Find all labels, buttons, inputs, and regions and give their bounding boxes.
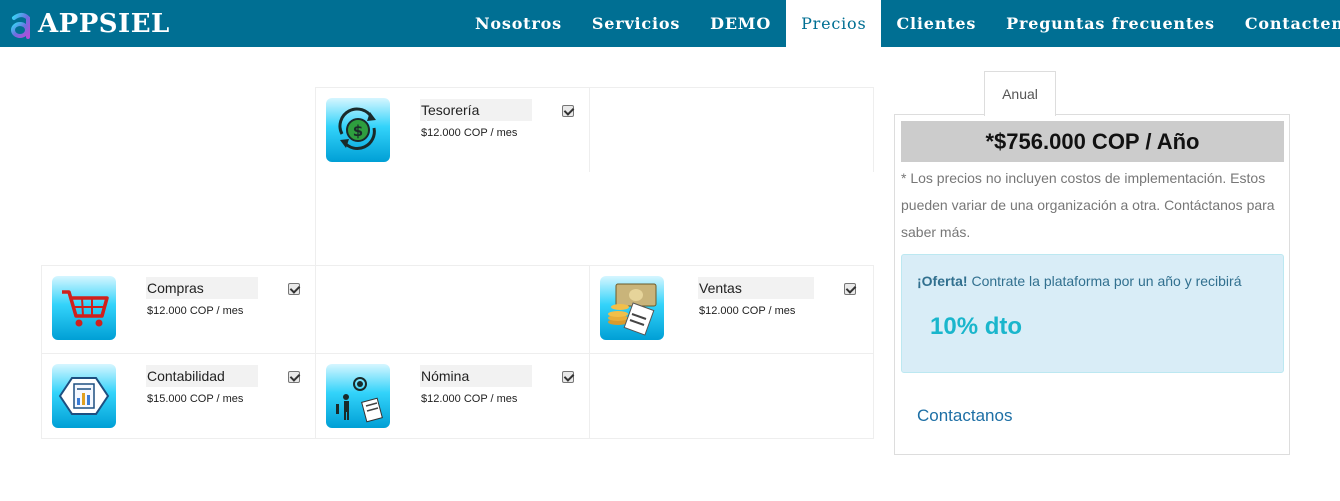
offer-text: ¡Oferta! Contrate la plataforma por un a… bbox=[917, 273, 1242, 289]
ledger-chart-icon bbox=[52, 364, 116, 428]
module-checkbox[interactable] bbox=[562, 371, 574, 383]
shopping-cart-icon bbox=[52, 276, 116, 340]
offer-label: ¡Oferta! bbox=[917, 273, 968, 289]
nav-item-servicios[interactable]: Servicios bbox=[577, 0, 695, 47]
nav-item-nosotros[interactable]: Nosotros bbox=[460, 0, 577, 47]
offer-discount: 10% dto bbox=[930, 313, 1023, 340]
empty-cell bbox=[589, 87, 874, 176]
module-price: $12.000 COP / mes bbox=[421, 393, 518, 405]
module-card-compras: Compras $12.000 COP / mes bbox=[41, 265, 316, 354]
top-navbar: APPSIEL Nosotros Servicios DEMO Precios … bbox=[0, 0, 1340, 47]
brand[interactable]: APPSIEL bbox=[10, 6, 170, 42]
module-price: $12.000 COP / mes bbox=[147, 305, 244, 317]
offer-description: Contrate la plataforma por un año y reci… bbox=[967, 273, 1242, 289]
module-name: Nómina bbox=[420, 365, 532, 387]
nav-item-demo[interactable]: DEMO bbox=[695, 0, 786, 47]
module-name: Ventas bbox=[698, 277, 814, 299]
module-card-tesoreria: $ Tesorería $12.000 COP / mes bbox=[315, 87, 590, 173]
nav-item-clientes[interactable]: Clientes bbox=[881, 0, 991, 47]
brand-name: APPSIEL bbox=[38, 9, 170, 39]
module-card-contabilidad: Contabilidad $15.000 COP / mes bbox=[41, 353, 316, 439]
svg-text:$: $ bbox=[353, 122, 363, 140]
module-price: $12.000 COP / mes bbox=[699, 305, 796, 317]
module-name: Contabilidad bbox=[146, 365, 258, 387]
pricing-panel: *$756.000 COP / Año * Los precios no inc… bbox=[894, 114, 1290, 455]
tab-anual[interactable]: Anual bbox=[984, 71, 1056, 116]
money-cycle-icon: $ bbox=[326, 98, 390, 162]
empty-cell bbox=[315, 172, 874, 266]
nav-item-contactenos[interactable]: Contactenos bbox=[1230, 0, 1340, 47]
module-name: Tesorería bbox=[420, 99, 532, 121]
module-name: Compras bbox=[146, 277, 258, 299]
nav-item-precios[interactable]: Precios bbox=[786, 0, 882, 47]
offer-alert: ¡Oferta! Contrate la plataforma por un a… bbox=[901, 254, 1284, 373]
module-card-nomina: Nómina $12.000 COP / mes bbox=[315, 353, 590, 439]
module-price: $15.000 COP / mes bbox=[147, 393, 244, 405]
main-nav: Nosotros Servicios DEMO Precios Clientes… bbox=[460, 0, 1340, 47]
module-checkbox[interactable] bbox=[288, 283, 300, 295]
module-checkbox[interactable] bbox=[844, 283, 856, 295]
cash-receipt-icon bbox=[600, 276, 664, 340]
total-price: *$756.000 COP / Año bbox=[901, 121, 1284, 162]
module-checkbox[interactable] bbox=[562, 105, 574, 117]
price-disclaimer: * Los precios no incluyen costos de impl… bbox=[901, 170, 1275, 240]
employee-payroll-icon bbox=[326, 364, 390, 428]
contact-link[interactable]: Contactanos bbox=[917, 406, 1012, 426]
empty-cell bbox=[589, 353, 874, 439]
module-checkbox[interactable] bbox=[288, 371, 300, 383]
empty-cell bbox=[315, 265, 590, 354]
module-price: $12.000 COP / mes bbox=[421, 127, 518, 139]
appsiel-a-logo-icon bbox=[10, 9, 34, 39]
nav-item-preguntas-frecuentes[interactable]: Preguntas frecuentes bbox=[991, 0, 1230, 47]
module-card-ventas: Ventas $12.000 COP / mes bbox=[589, 265, 874, 354]
